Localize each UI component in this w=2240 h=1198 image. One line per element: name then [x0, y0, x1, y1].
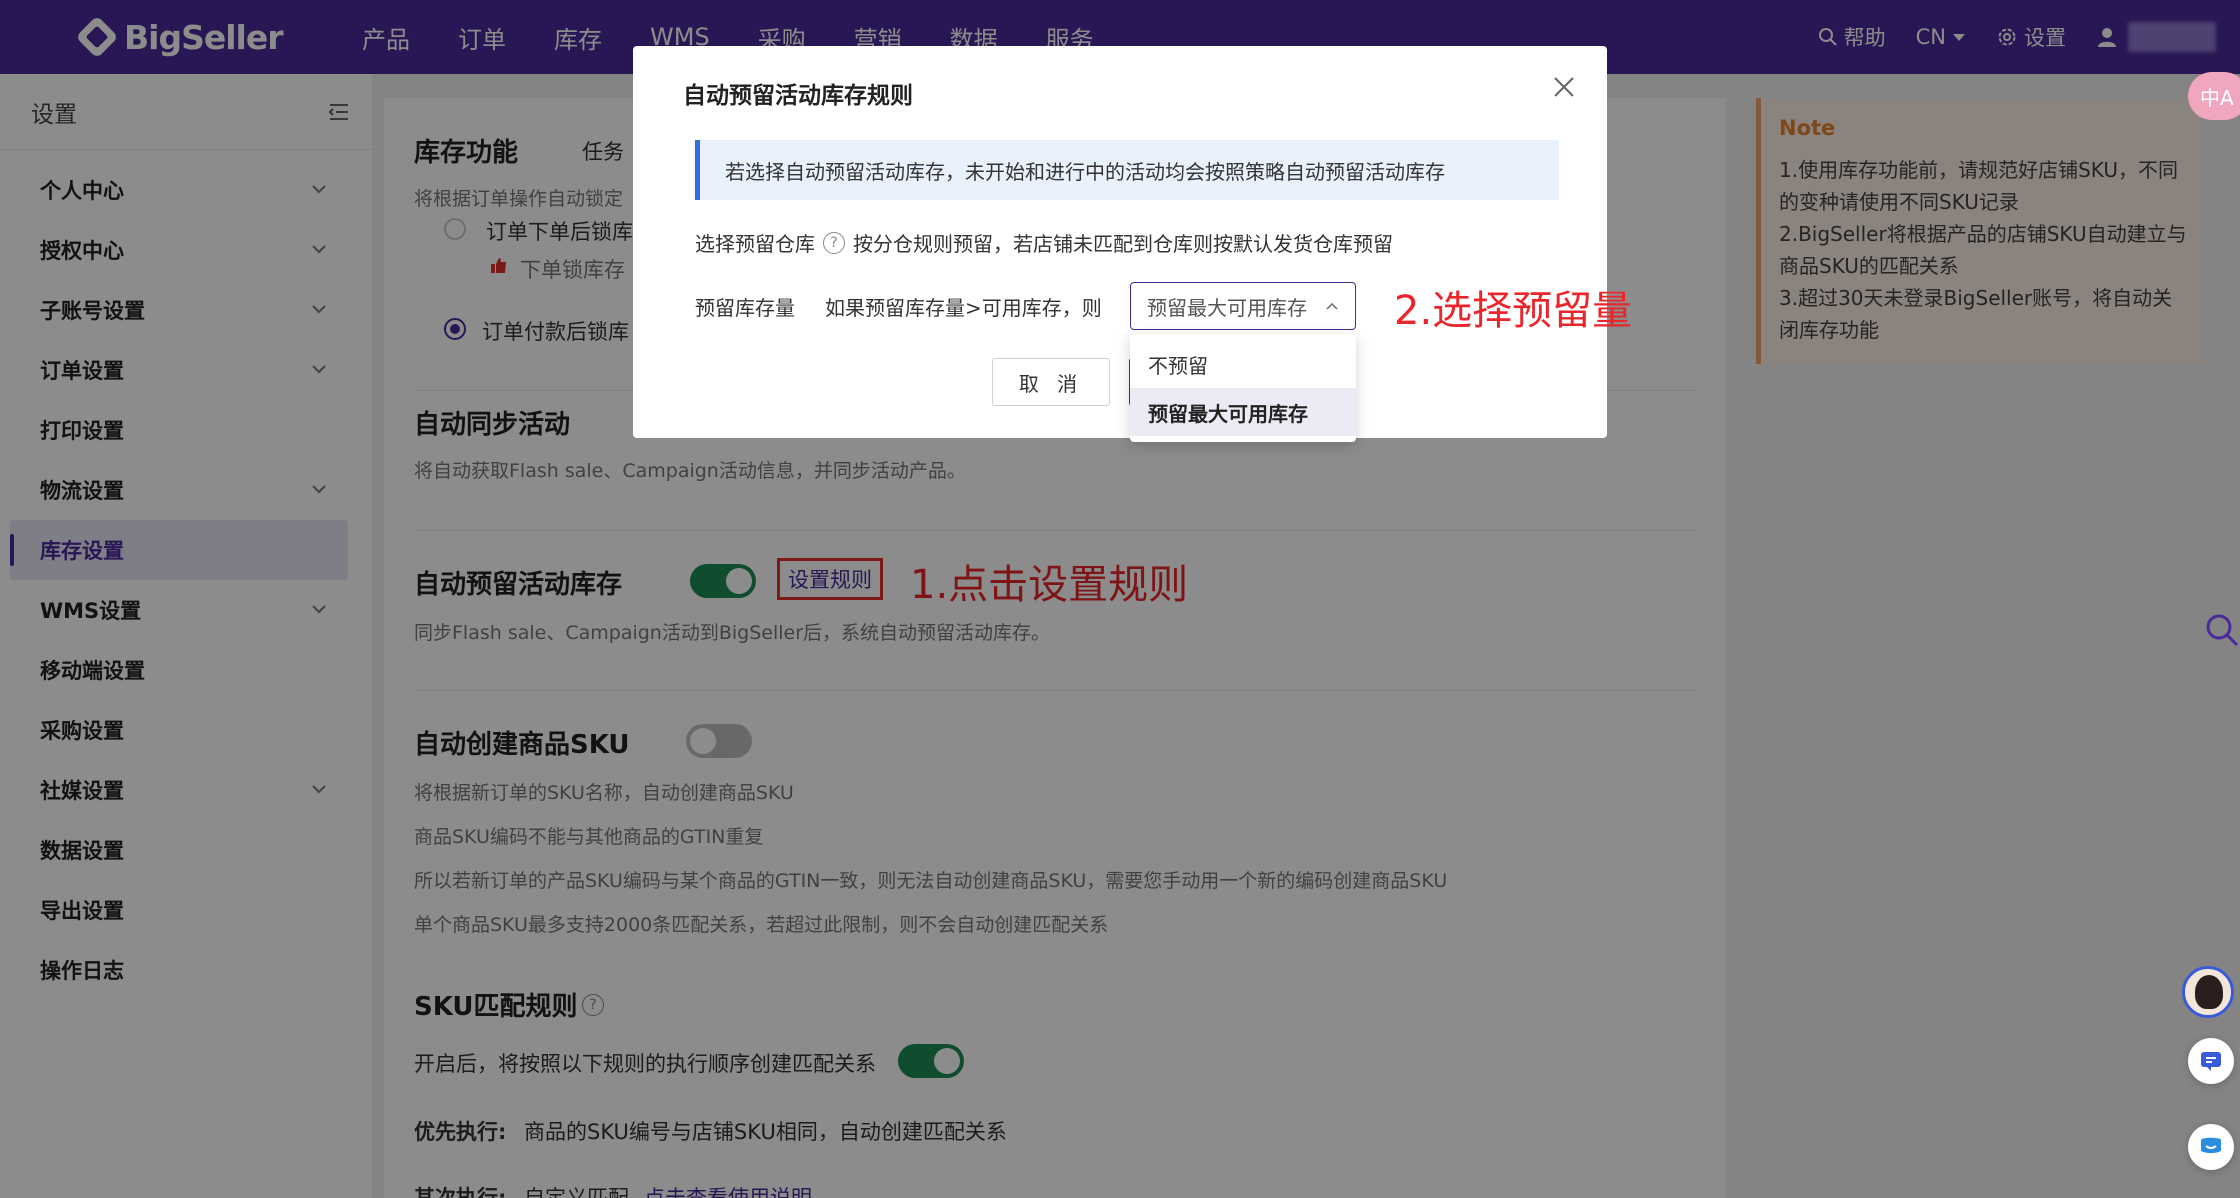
- warehouse-label: 选择预留仓库: [695, 232, 815, 256]
- reserve-rule-dialog: 自动预留活动库存规则 若选择自动预留活动库存，未开始和进行中的活动均会按照策略自…: [633, 46, 1607, 438]
- chevron-up-icon: [1326, 302, 1338, 310]
- help-circle-icon[interactable]: ?: [823, 231, 845, 254]
- close-icon[interactable]: [1551, 74, 1577, 100]
- info-alert: 若选择自动预留活动库存，未开始和进行中的活动均会按照策略自动预留活动库存: [695, 140, 1559, 200]
- chat-button[interactable]: [2188, 1038, 2234, 1084]
- select-value: 预留最大可用库存: [1147, 295, 1307, 320]
- reserve-quantity-dropdown: 不预留 预留最大可用库存: [1130, 334, 1356, 442]
- dialog-title: 自动预留活动库存规则: [683, 83, 913, 109]
- quantity-condition: 如果预留库存量>可用库存，则: [825, 296, 1102, 320]
- quantity-row: 预留库存量 如果预留库存量>可用库存，则: [695, 292, 1102, 321]
- chat-icon: [2201, 1052, 2221, 1071]
- warehouse-text: 按分仓规则预留，若店铺未匹配到仓库则按默认发货仓库预留: [853, 232, 1393, 256]
- annotation-step2: 2.选择预留量: [1394, 288, 1633, 334]
- option-no-reserve[interactable]: 不预留: [1130, 340, 1356, 388]
- cancel-button[interactable]: 取 消: [992, 358, 1110, 406]
- warehouse-row: 选择预留仓库 ? 按分仓规则预留，若店铺未匹配到仓库则按默认发货仓库预留: [695, 228, 1393, 257]
- quantity-label: 预留库存量: [695, 296, 795, 320]
- translate-button[interactable]: 中A: [2188, 72, 2240, 120]
- reserve-quantity-select[interactable]: 预留最大可用库存: [1130, 282, 1356, 330]
- bot-icon: [2201, 1137, 2221, 1153]
- option-reserve-max[interactable]: 预留最大可用库存: [1130, 388, 1356, 436]
- search-icon[interactable]: [2204, 612, 2240, 648]
- assistant-button[interactable]: [2188, 1124, 2234, 1170]
- support-avatar[interactable]: [2182, 966, 2234, 1018]
- info-alert-text: 若选择自动预留活动库存，未开始和进行中的活动均会按照策略自动预留活动库存: [725, 159, 1445, 184]
- translate-icon: 中A: [2200, 85, 2234, 110]
